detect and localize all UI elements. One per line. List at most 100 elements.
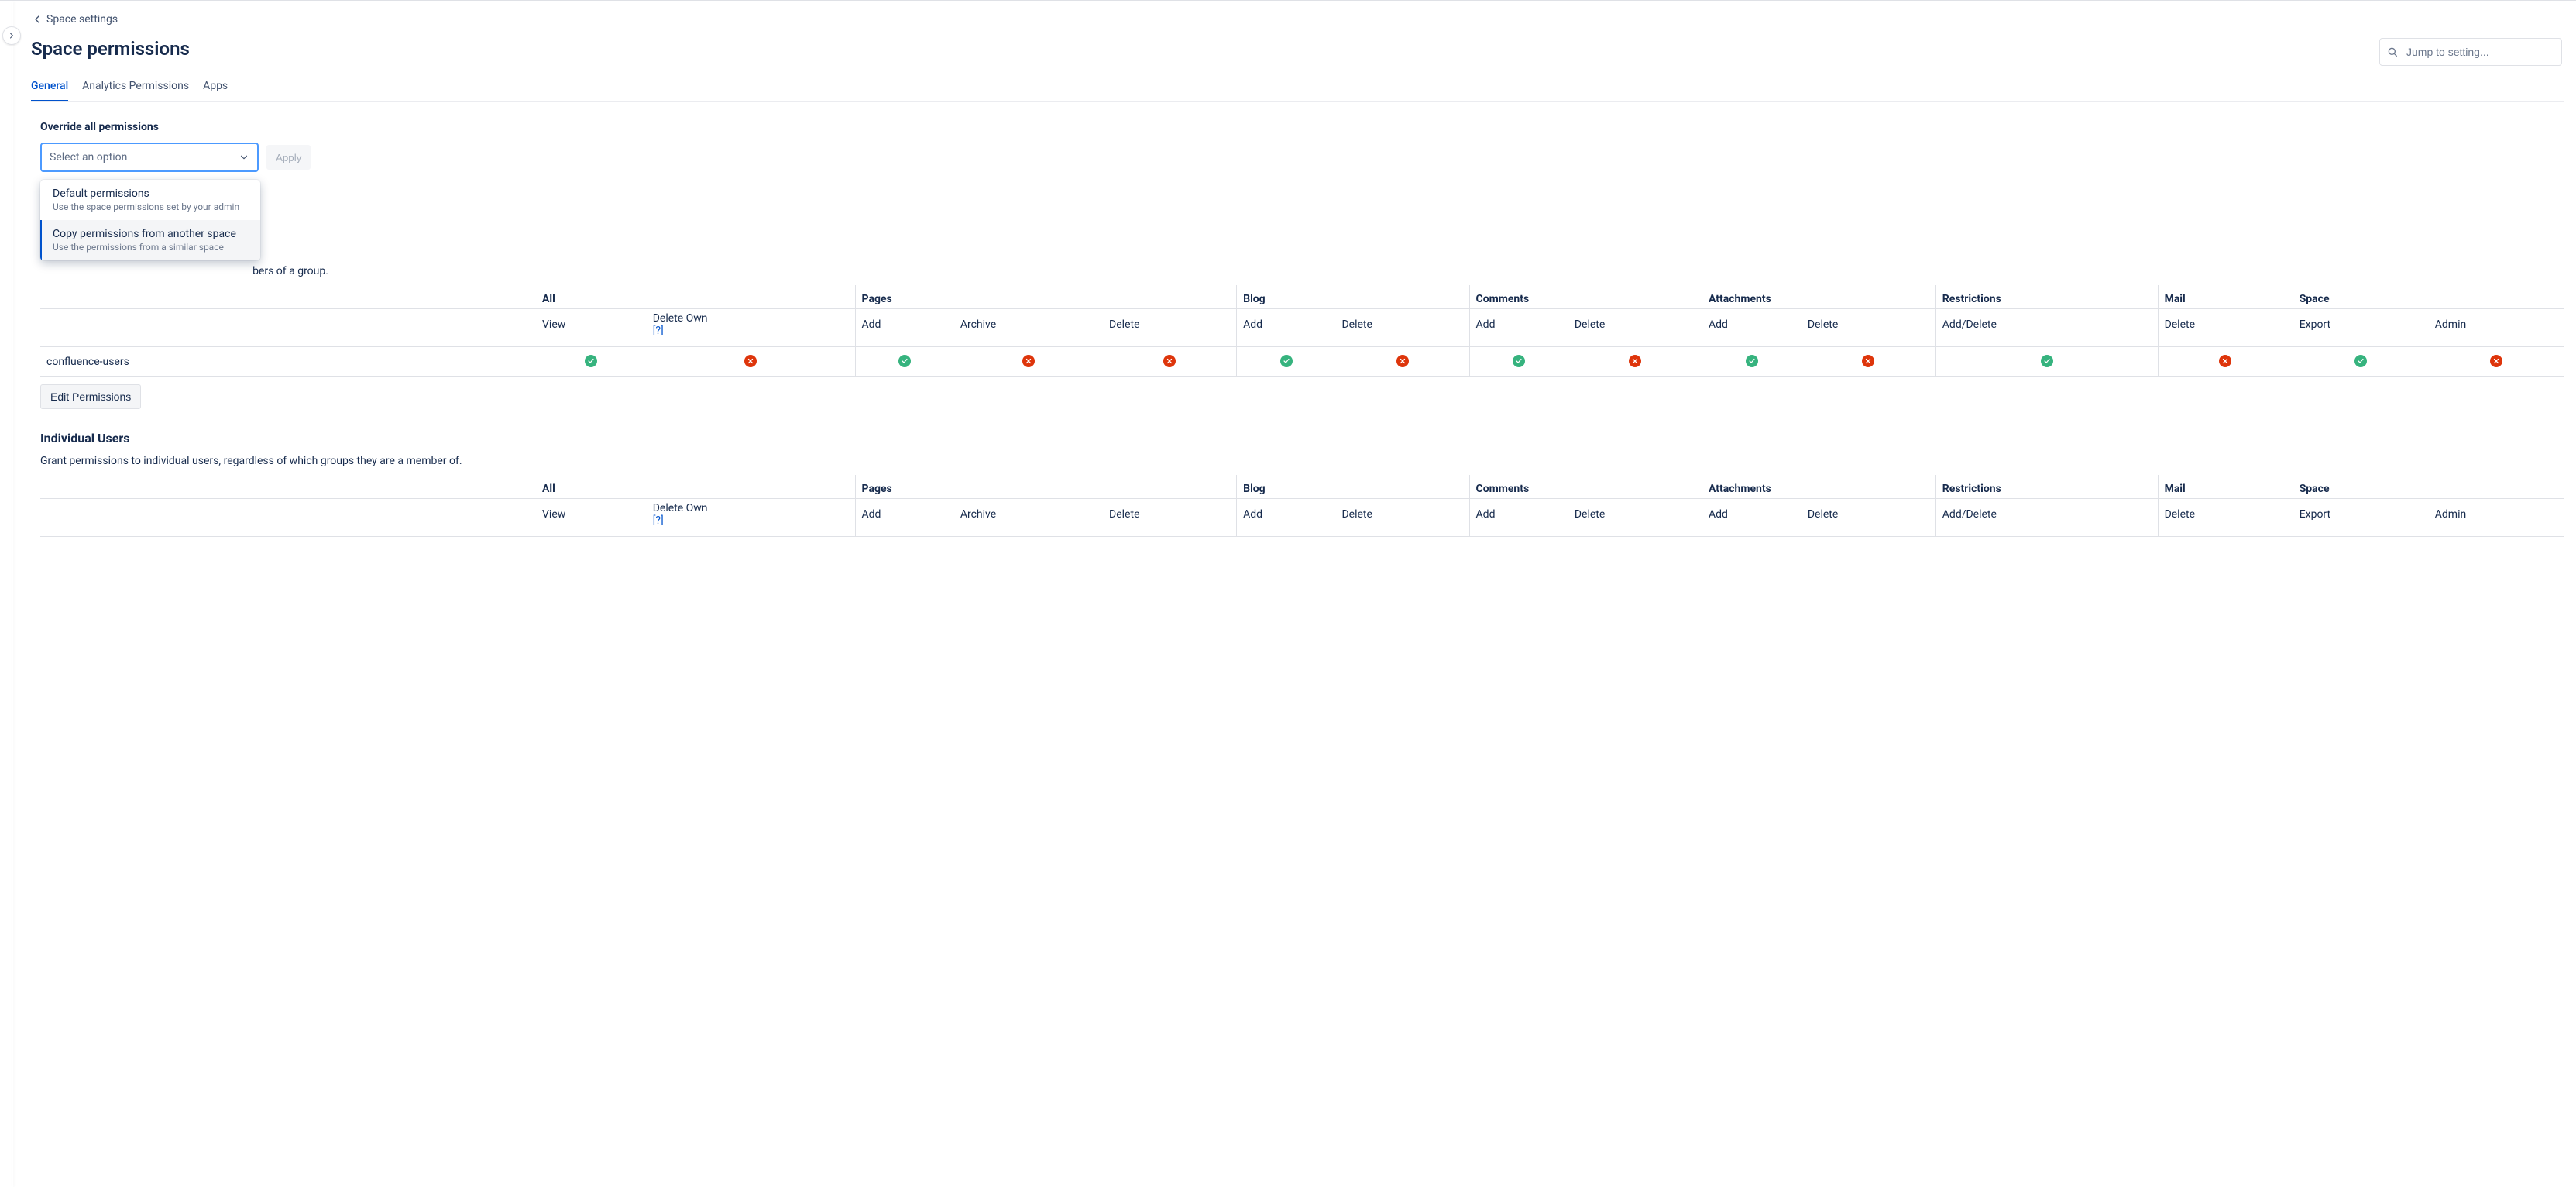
help-link[interactable]: [?] xyxy=(653,325,664,337)
sub-view: View xyxy=(536,309,647,347)
col-restrictions: Restrictions xyxy=(1935,475,2158,499)
cross-icon xyxy=(2219,355,2231,367)
sub-space-admin: Admin xyxy=(2429,499,2564,537)
perm-cell xyxy=(536,347,647,377)
option-title: Default permissions xyxy=(53,188,248,200)
sub-blog-add: Add xyxy=(1237,499,1336,537)
override-select[interactable]: Select an option xyxy=(40,143,259,172)
search-icon xyxy=(2386,46,2399,58)
perm-cell xyxy=(2158,347,2293,377)
cross-icon xyxy=(744,355,757,367)
col-pages: Pages xyxy=(855,285,1237,309)
sub-comments-add: Add xyxy=(1469,499,1568,537)
tick-icon xyxy=(1746,355,1758,367)
override-heading: Override all permissions xyxy=(40,121,2564,133)
col-pages: Pages xyxy=(855,475,1237,499)
sub-space-export: Export xyxy=(2293,499,2429,537)
cross-icon xyxy=(1022,355,1035,367)
sub-pages-archive: Archive xyxy=(954,499,1103,537)
sub-comments-delete: Delete xyxy=(1568,499,1702,537)
sub-mail-delete: Delete xyxy=(2158,499,2293,537)
tick-icon xyxy=(1513,355,1525,367)
col-mail: Mail xyxy=(2158,285,2293,309)
perm-cell xyxy=(1568,347,1702,377)
sub-comments-add: Add xyxy=(1469,309,1568,347)
override-dropdown: Default permissions Use the space permis… xyxy=(40,180,260,260)
cross-icon xyxy=(1396,355,1409,367)
col-comments: Comments xyxy=(1469,475,1702,499)
sub-space-admin: Admin xyxy=(2429,309,2564,347)
table-row: confluence-users xyxy=(40,347,2564,377)
users-description: Grant permissions to individual users, r… xyxy=(40,455,2564,467)
sub-restrictions: Add/Delete xyxy=(1935,499,2158,537)
cross-icon xyxy=(1629,355,1641,367)
perm-cell xyxy=(1702,347,1801,377)
tab-analytics-permissions[interactable]: Analytics Permissions xyxy=(82,75,189,101)
breadcrumb[interactable]: Space settings xyxy=(31,7,2576,38)
sub-blog-add: Add xyxy=(1237,309,1336,347)
chevron-down-icon xyxy=(239,152,249,163)
option-title: Copy permissions from another space xyxy=(53,228,248,240)
sub-delete-own: Delete Own[?] xyxy=(647,309,855,347)
perm-cell xyxy=(1237,347,1336,377)
apply-button[interactable]: Apply xyxy=(266,145,311,170)
tick-icon xyxy=(2041,355,2053,367)
col-restrictions: Restrictions xyxy=(1935,285,2158,309)
cross-icon xyxy=(1862,355,1874,367)
option-copy-permissions[interactable]: Copy permissions from another space Use … xyxy=(40,220,260,260)
cross-icon xyxy=(1163,355,1176,367)
col-attachments: Attachments xyxy=(1702,285,1935,309)
perm-cell xyxy=(1935,347,2158,377)
sub-pages-add: Add xyxy=(855,309,954,347)
users-heading: Individual Users xyxy=(40,431,2564,446)
override-select-placeholder: Select an option xyxy=(50,151,127,163)
sub-restrictions: Add/Delete xyxy=(1935,309,2158,347)
col-all: All xyxy=(536,475,855,499)
sub-attach-add: Add xyxy=(1702,309,1801,347)
sub-attach-add: Add xyxy=(1702,499,1801,537)
tab-general[interactable]: General xyxy=(31,75,68,101)
sub-blog-delete: Delete xyxy=(1335,309,1469,347)
col-all: All xyxy=(536,285,855,309)
col-blog: Blog xyxy=(1237,475,1469,499)
col-space: Space xyxy=(2293,285,2564,309)
breadcrumb-label: Space settings xyxy=(46,13,118,26)
sidebar-expand-button[interactable] xyxy=(2,26,21,45)
cross-icon xyxy=(2490,355,2502,367)
help-link[interactable]: [?] xyxy=(653,514,664,527)
sub-mail-delete: Delete xyxy=(2158,309,2293,347)
option-subtitle: Use the space permissions set by your ad… xyxy=(53,201,248,212)
sub-pages-archive: Archive xyxy=(954,309,1103,347)
option-default-permissions[interactable]: Default permissions Use the space permis… xyxy=(40,180,260,220)
sub-attach-delete: Delete xyxy=(1801,499,1935,537)
groups-description-partial: bers of a group. xyxy=(252,265,328,277)
sub-space-export: Export xyxy=(2293,309,2429,347)
perm-cell xyxy=(855,347,954,377)
perm-cell xyxy=(1469,347,1568,377)
col-attachments: Attachments xyxy=(1702,475,1935,499)
tick-icon xyxy=(585,355,597,367)
tick-icon xyxy=(898,355,911,367)
sub-comments-delete: Delete xyxy=(1568,309,1702,347)
sub-view: View xyxy=(536,499,647,537)
sub-delete-own: Delete Own[?] xyxy=(647,499,855,537)
sub-pages-delete: Delete xyxy=(1103,309,1237,347)
sub-attach-delete: Delete xyxy=(1801,309,1935,347)
sub-pages-add: Add xyxy=(855,499,954,537)
groups-permissions-table: All Pages Blog Comments Attachments Rest… xyxy=(40,285,2564,377)
page-title: Space permissions xyxy=(31,38,190,60)
users-permissions-table: All Pages Blog Comments Attachments Rest… xyxy=(40,475,2564,537)
settings-search-input[interactable] xyxy=(2405,45,2555,59)
tick-icon xyxy=(2354,355,2367,367)
edit-permissions-button[interactable]: Edit Permissions xyxy=(40,384,141,409)
perm-cell xyxy=(2429,347,2564,377)
settings-search[interactable] xyxy=(2379,38,2562,66)
group-name: confluence-users xyxy=(40,347,536,377)
chevron-left-icon xyxy=(31,13,43,26)
perm-cell xyxy=(2293,347,2429,377)
sub-blog-delete: Delete xyxy=(1335,499,1469,537)
option-subtitle: Use the permissions from a similar space xyxy=(53,242,248,253)
tab-apps[interactable]: Apps xyxy=(203,75,228,101)
perm-cell xyxy=(954,347,1103,377)
col-comments: Comments xyxy=(1469,285,1702,309)
